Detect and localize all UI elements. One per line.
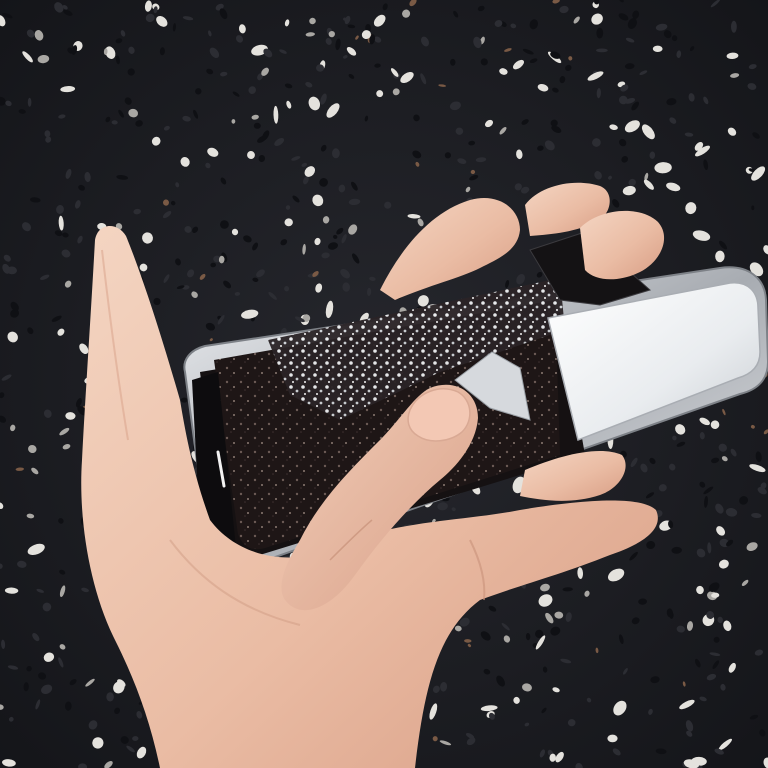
pebble (27, 97, 32, 107)
photo-canvas (0, 0, 768, 768)
pebble (731, 20, 737, 33)
pebble (607, 734, 618, 743)
pebble (450, 58, 456, 66)
pebble (106, 692, 114, 702)
pebble (596, 48, 608, 53)
photo-scene (0, 0, 768, 768)
